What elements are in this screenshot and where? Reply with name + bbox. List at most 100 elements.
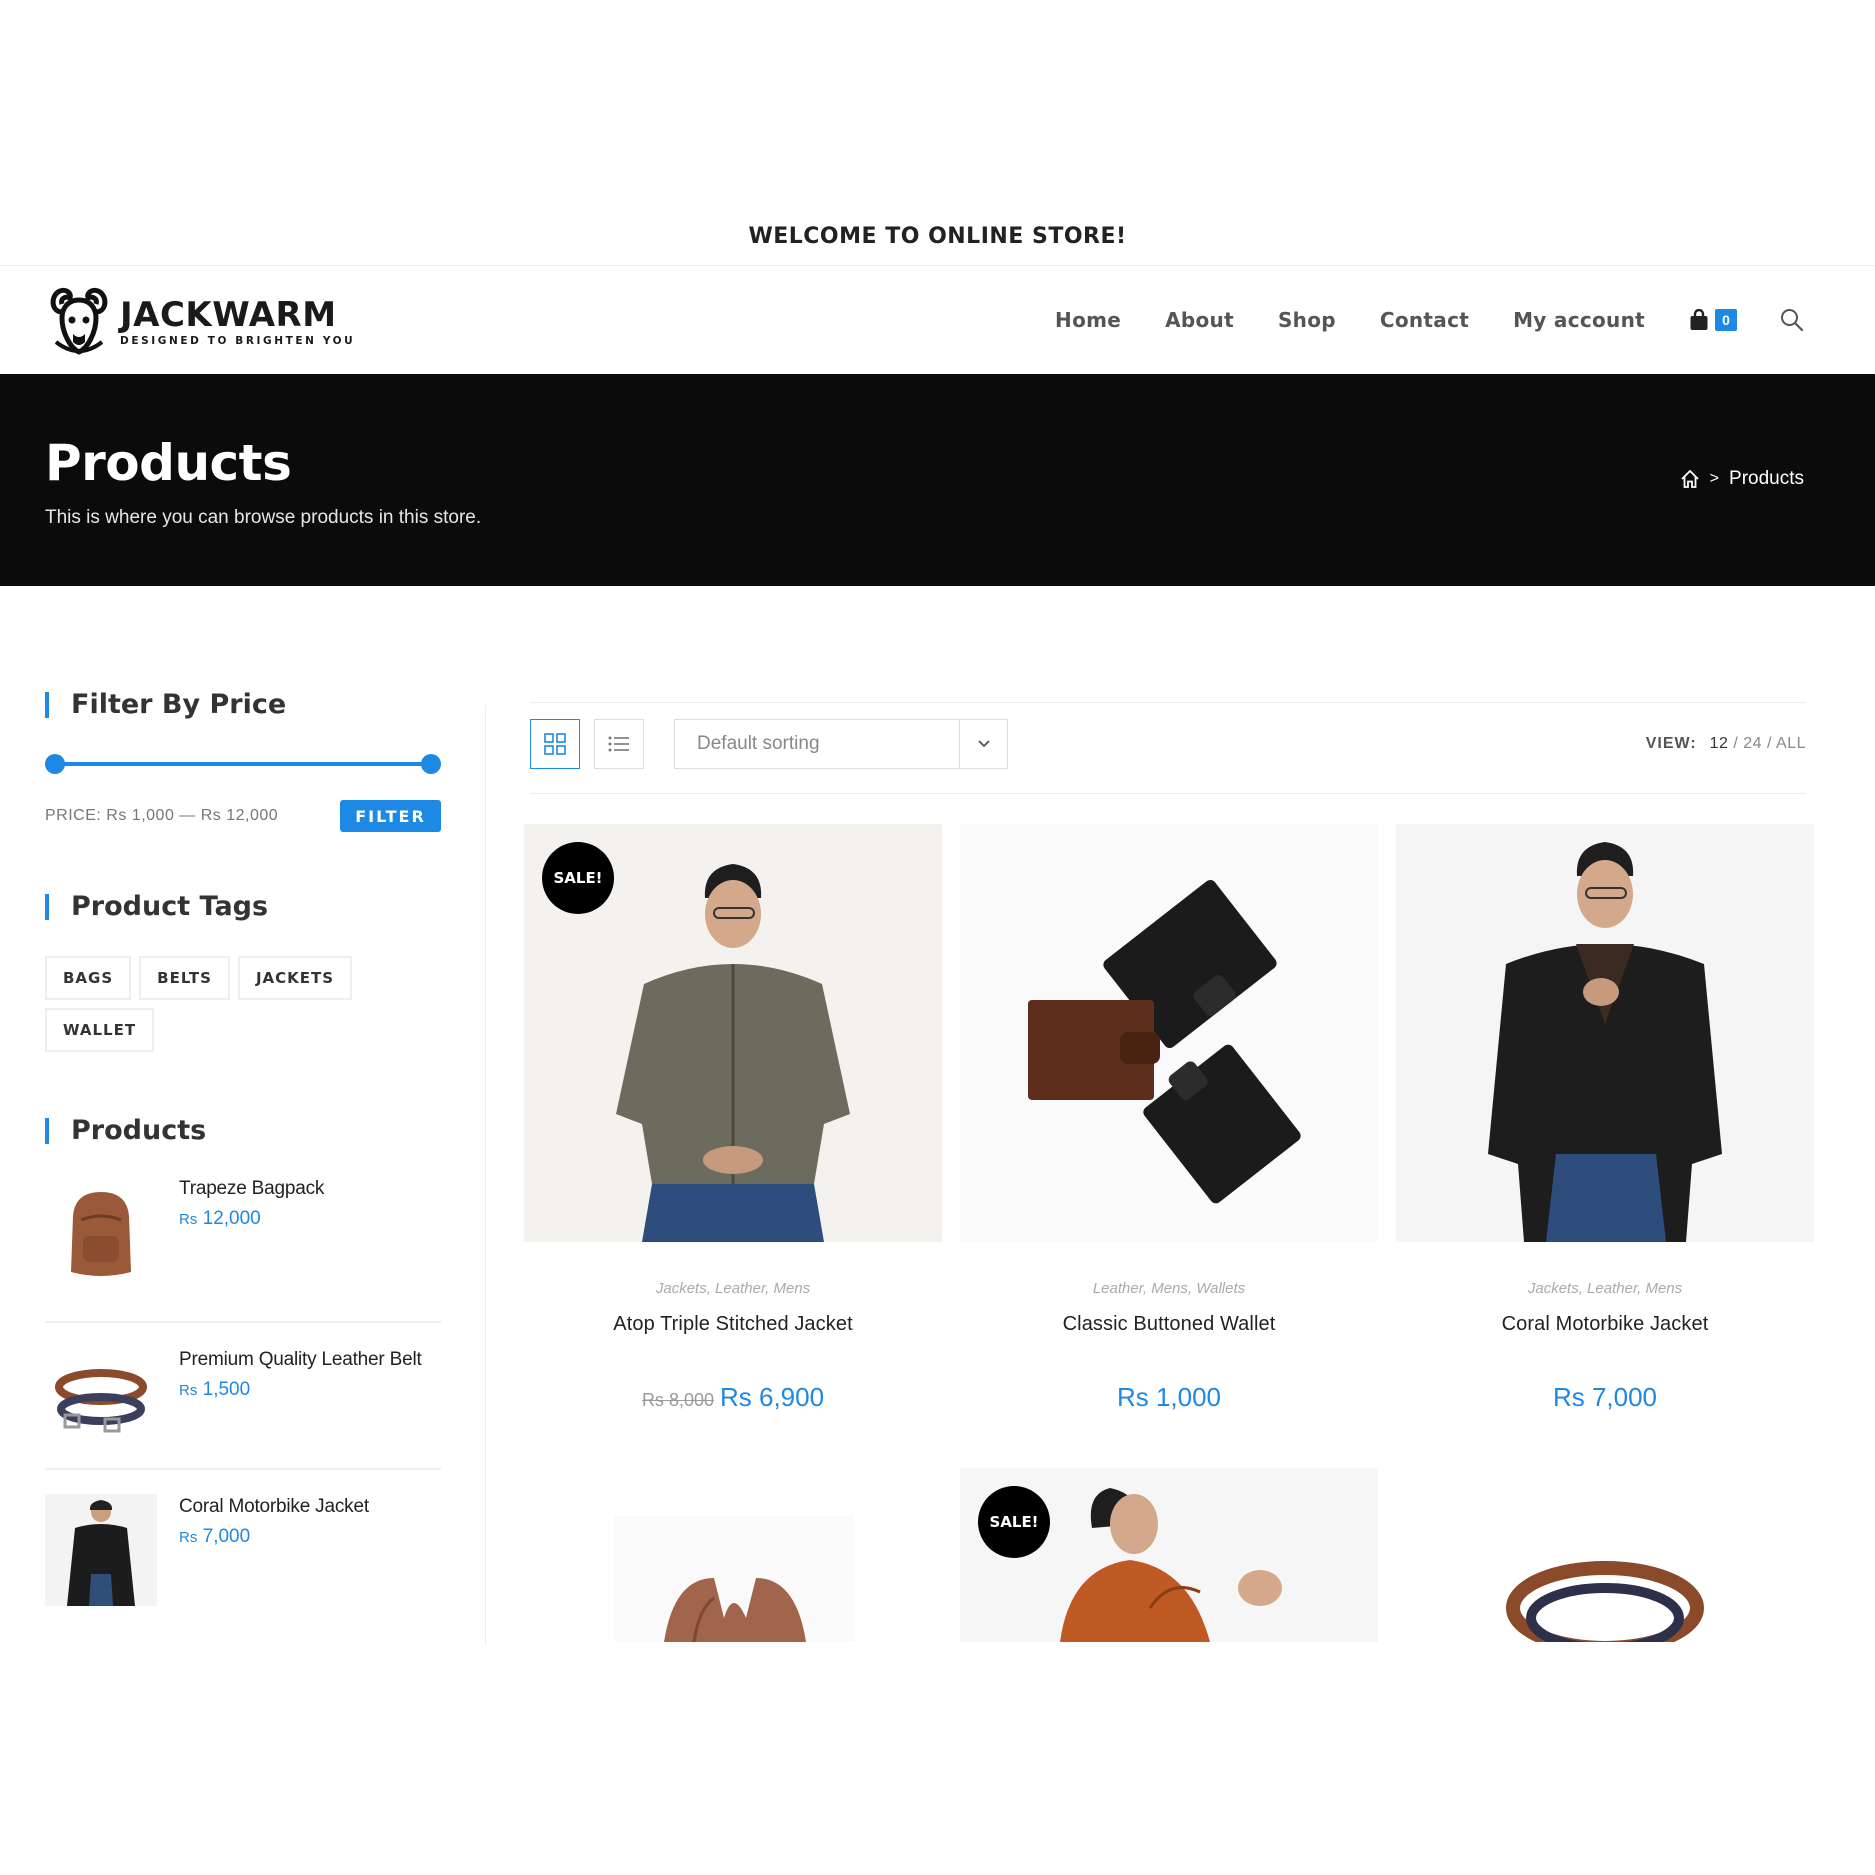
page-subtitle: This is where you can browse products in… [45,507,482,528]
product-card[interactable]: Jackets, Leather, Mens Coral Motorbike J… [1396,824,1814,1413]
wallet-photo [960,824,1378,1242]
main-nav: Home About Shop Contact My account 0 [1011,266,1875,374]
per-page-24[interactable]: 24 [1743,735,1762,752]
product-price: Rs 7,000 [1552,1382,1658,1412]
sale-badge: SALE! [978,1486,1050,1558]
mini-product-name[interactable]: Premium Quality Leather Belt [179,1347,422,1373]
price-value: 12,000 [202,1208,261,1229]
mini-product-price: Rs 7,000 [179,1526,369,1548]
ram-logo-icon [50,287,108,355]
nav-about[interactable]: About [1165,308,1234,332]
sort-dropdown-toggle[interactable] [959,720,1007,768]
chevron-down-icon [977,740,990,748]
brand-tagline: DESIGNED TO BRIGHTEN YOU [120,335,356,347]
sort-selected-value: Default sorting [697,733,820,754]
breadcrumb-current: Products [1729,468,1804,489]
nav-my-account[interactable]: My account [1513,308,1645,332]
slider-track [47,762,439,766]
mini-product-price: Rs 1,500 [179,1379,422,1401]
cart-icon [1690,309,1708,330]
sale-price: Rs 6,900 [719,1382,825,1412]
product-image[interactable] [960,824,1378,1242]
grid-view-button[interactable] [530,719,580,769]
nav-home[interactable]: Home [1055,308,1121,332]
breadcrumb: > Products [1680,468,1804,490]
currency-label: Rs [179,1211,198,1228]
price-range-label: PRICE: Rs 1,000 — Rs 12,000 [45,807,278,825]
sale-badge: SALE! [542,842,614,914]
list-view-button[interactable] [594,719,644,769]
per-page-separator: / [1733,735,1744,752]
product-image[interactable]: SALE! [524,824,942,1242]
per-page-all[interactable]: ALL [1776,735,1806,752]
product-title[interactable]: Coral Motorbike Jacket [1396,1313,1814,1336]
slider-max-handle[interactable] [421,754,441,774]
product-listing: Default sorting VIEW: 12 / 24 / ALL SALE… [524,702,1814,1412]
belt-photo[interactable] [1396,1468,1814,1642]
per-page-selector: VIEW: 12 / 24 / ALL [1646,735,1806,753]
tag-wallet[interactable]: WALLET [45,1008,155,1052]
nav-shop[interactable]: Shop [1278,308,1336,332]
nav-contact[interactable]: Contact [1380,308,1469,332]
home-icon[interactable] [1680,469,1700,489]
products-widget: Products Trapeze Bagpack Rs 12,000 Premi… [45,1116,441,1617]
product-title[interactable]: Atop Triple Stitched Jacket [524,1313,942,1336]
mini-product-name[interactable]: Coral Motorbike Jacket [179,1494,369,1520]
slider-min-handle[interactable] [45,754,65,774]
price-range-dash: — [179,807,196,824]
product-grid-row-2: SALE! [524,1468,1814,1642]
tag-bags[interactable]: BAGS [45,956,132,1000]
per-page-current[interactable]: 12 [1710,735,1729,752]
product-tags-widget: Product Tags BAGS BELTS JACKETS WALLET [45,892,441,1060]
shop-toolbar: Default sorting VIEW: 12 / 24 / ALL [530,702,1806,794]
bag-photo[interactable] [524,1468,942,1642]
welcome-bar: WELCOME TO ONLINE STORE! [0,222,1875,266]
belt-thumbnail[interactable] [45,1347,157,1459]
product-price: Rs 1,000 [1116,1382,1222,1412]
search-icon[interactable] [1779,307,1805,333]
brand-logo[interactable]: JACKWARM DESIGNED TO BRIGHTEN YOU [48,286,355,358]
price-filter-widget: Filter By Price PRICE: Rs 1,000 — Rs 12,… [45,690,441,832]
per-page-separator: / [1767,735,1777,752]
jacket-thumbnail[interactable] [45,1494,157,1606]
view-label: VIEW: [1645,735,1697,752]
currency-label: Rs [179,1529,198,1546]
product-card[interactable]: SALE! [960,1468,1378,1642]
backpack-thumbnail[interactable] [45,1176,157,1288]
product-card[interactable] [524,1468,942,1642]
tag-belts[interactable]: BELTS [139,956,230,1000]
welcome-text: WELCOME TO ONLINE STORE! [748,224,1127,249]
product-card[interactable]: Leather, Mens, Wallets Classic Buttoned … [960,824,1378,1413]
mini-product[interactable]: Premium Quality Leather Belt Rs 1,500 [45,1323,441,1470]
site-header: JACKWARM DESIGNED TO BRIGHTEN YOU Home A… [0,266,1875,374]
grid-icon [544,733,566,755]
page-hero: Products This is where you can browse pr… [0,374,1875,586]
sort-select[interactable]: Default sorting [674,719,1008,769]
mini-product[interactable]: Trapeze Bagpack Rs 12,000 [45,1176,441,1323]
price-value: 1,500 [202,1379,251,1400]
product-categories[interactable]: Jackets, Leather, Mens [524,1280,942,1297]
filter-button[interactable]: FILTER [340,800,441,832]
price-value: 7,000 [202,1526,251,1547]
product-card[interactable] [1396,1468,1814,1642]
original-price: Rs 8,000 [641,1390,714,1410]
mini-product[interactable]: Coral Motorbike Jacket Rs 7,000 [45,1470,441,1617]
currency-label: Rs [179,1382,198,1399]
product-card[interactable]: SALE! Jackets, Leather, Mens Atop Triple… [524,824,942,1413]
shop-sidebar: Filter By Price PRICE: Rs 1,000 — Rs 12,… [45,690,441,1617]
product-tags-title: Product Tags [45,892,441,922]
products-widget-title: Products [45,1116,441,1146]
product-image[interactable] [1396,824,1814,1242]
brand-name: JACKWARM [120,295,337,335]
mini-product-price: Rs 12,000 [179,1208,324,1230]
product-categories[interactable]: Jackets, Leather, Mens [1396,1280,1814,1297]
product-title[interactable]: Classic Buttoned Wallet [960,1313,1378,1336]
mini-product-name[interactable]: Trapeze Bagpack [179,1176,324,1202]
cart-count-badge: 0 [1715,309,1737,331]
product-price: Rs 8,000 Rs 6,900 [524,1382,942,1413]
product-categories[interactable]: Leather, Mens, Wallets [960,1280,1378,1297]
list-icon [608,736,629,752]
price-range-slider[interactable] [45,754,441,774]
cart-button[interactable]: 0 [1689,309,1737,331]
tag-jackets[interactable]: JACKETS [237,956,353,1000]
